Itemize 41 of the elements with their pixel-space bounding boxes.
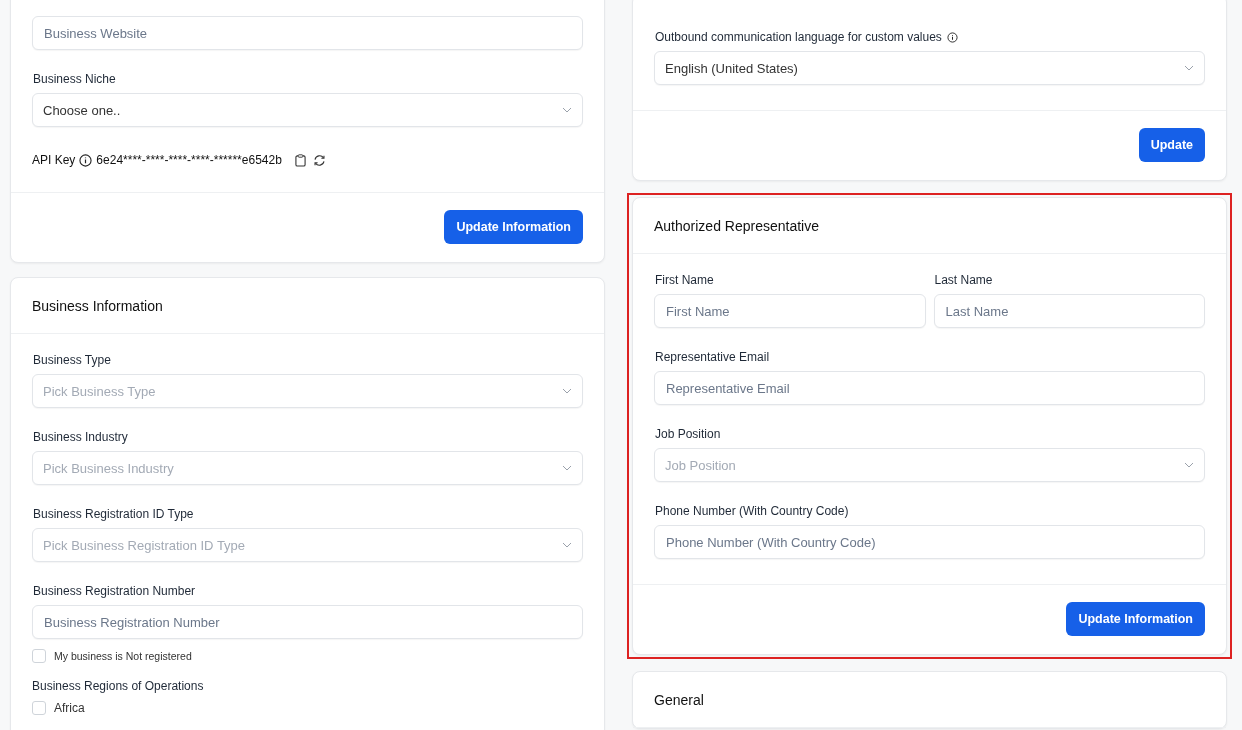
- card-title: Business Information: [32, 297, 163, 314]
- input-field[interactable]: Representative Email: [654, 371, 1205, 405]
- field-label: Business Type: [33, 353, 111, 367]
- card-title: Authorized Representative: [654, 217, 819, 234]
- update-button[interactable]: Update Information: [444, 210, 583, 244]
- input-field[interactable]: First Name: [654, 294, 926, 328]
- field-label: Last Name: [934, 273, 993, 287]
- input-field[interactable]: Business Website: [32, 16, 583, 50]
- checkbox-label: Africa: [54, 701, 85, 715]
- checkbox[interactable]: [32, 701, 46, 715]
- chevron-down-icon: [1184, 462, 1194, 468]
- chevron-down-icon: [562, 465, 572, 471]
- field-label: Business Registration ID Type: [33, 507, 194, 521]
- checkbox[interactable]: [32, 649, 46, 663]
- select-field[interactable]: English (United States): [654, 51, 1205, 85]
- clipboard-icon[interactable]: [294, 153, 306, 167]
- field-label: Outbound communication language for custom values: [655, 30, 942, 44]
- field-label: Phone Number (With Country Code): [655, 504, 849, 518]
- input-field[interactable]: Phone Number (With Country Code): [654, 525, 1205, 559]
- refresh-icon[interactable]: [312, 153, 326, 167]
- update-button[interactable]: Update: [1138, 128, 1205, 162]
- field-label: Business Regions of Operations: [32, 679, 205, 693]
- field-label: Representative Email: [655, 350, 770, 364]
- field-label: Job Position: [655, 427, 721, 441]
- select-field[interactable]: Choose one..: [32, 93, 583, 127]
- field-label: Business Industry: [33, 430, 128, 444]
- chevron-down-icon: [1184, 65, 1194, 71]
- field-label: First Name: [655, 273, 714, 287]
- checkbox-label: My business is Not registered: [54, 650, 192, 662]
- api-key-value: 6e24****-****-****-****-******e6542b: [96, 153, 282, 167]
- field-label: Business Niche: [33, 72, 116, 86]
- api-key-label: API Key: [32, 153, 76, 167]
- input-field[interactable]: Last Name: [933, 294, 1205, 328]
- chevron-down-icon: [562, 388, 572, 394]
- field-label: Business Registration Number: [33, 584, 196, 598]
- chevron-down-icon: [562, 542, 572, 548]
- card-title: General: [654, 691, 704, 708]
- input-field[interactable]: Business Registration Number: [32, 605, 583, 639]
- chevron-down-icon: [562, 107, 572, 113]
- update-button[interactable]: Update Information: [1066, 602, 1205, 636]
- info-icon: [79, 153, 93, 167]
